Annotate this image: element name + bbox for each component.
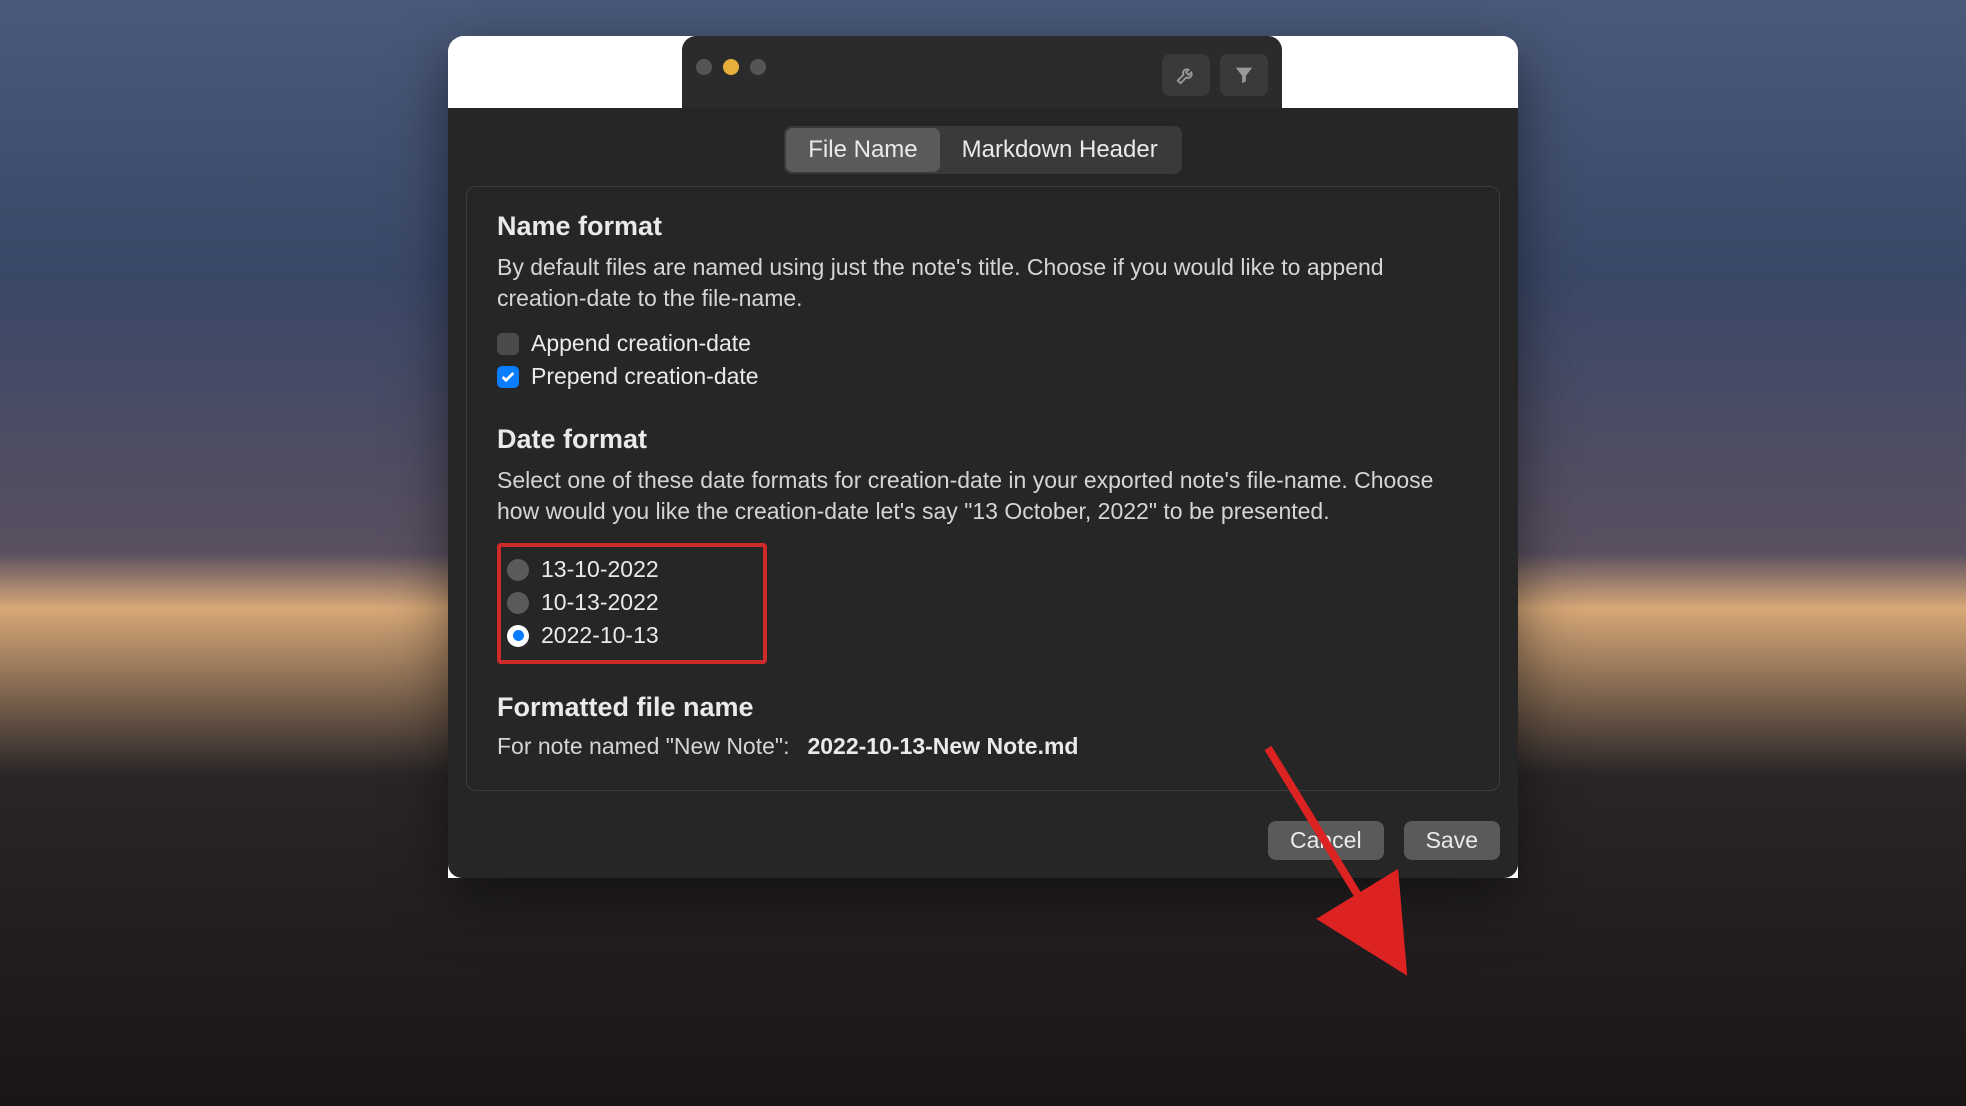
radio-1[interactable] xyxy=(507,592,529,614)
tab-group: File Name Markdown Header xyxy=(466,126,1500,174)
date-format-heading: Date format xyxy=(497,424,1469,455)
radio-2[interactable] xyxy=(507,625,529,647)
prepend-creation-date-row[interactable]: Prepend creation-date xyxy=(497,363,1469,390)
filter-button[interactable] xyxy=(1220,54,1268,96)
formatted-value: 2022-10-13-New Note.md xyxy=(807,733,1078,760)
prepend-checkbox[interactable] xyxy=(497,366,519,388)
formatted-label: For note named "New Note": xyxy=(497,733,789,760)
content-box: Name format By default files are named u… xyxy=(466,186,1500,791)
save-button[interactable]: Save xyxy=(1404,821,1500,860)
date-format-option-2[interactable]: 2022-10-13 xyxy=(507,619,753,652)
radio-1-label: 10-13-2022 xyxy=(541,589,659,616)
traffic-lights xyxy=(696,59,766,75)
wrench-icon xyxy=(1175,64,1197,86)
name-format-description: By default files are named using just th… xyxy=(497,252,1469,314)
radio-2-label: 2022-10-13 xyxy=(541,622,659,649)
formatted-line: For note named "New Note": 2022-10-13-Ne… xyxy=(497,733,1469,760)
maximize-icon[interactable] xyxy=(750,59,766,75)
tab-markdown-header[interactable]: Markdown Header xyxy=(940,128,1180,172)
prepend-label: Prepend creation-date xyxy=(531,363,759,390)
window-titlebar xyxy=(682,36,1282,108)
tab-file-name[interactable]: File Name xyxy=(786,128,939,172)
minimize-icon[interactable] xyxy=(723,59,739,75)
date-format-option-1[interactable]: 10-13-2022 xyxy=(507,586,753,619)
formatted-heading: Formatted file name xyxy=(497,692,1469,723)
wrench-button[interactable] xyxy=(1162,54,1210,96)
parent-window-chrome xyxy=(448,36,1518,108)
append-label: Append creation-date xyxy=(531,330,751,357)
date-format-radio-group: 13-10-2022 10-13-2022 2022-10-13 xyxy=(497,543,767,664)
radio-0[interactable] xyxy=(507,559,529,581)
append-creation-date-row[interactable]: Append creation-date xyxy=(497,330,1469,357)
button-row: Cancel Save xyxy=(466,821,1500,860)
funnel-icon xyxy=(1233,64,1255,86)
radio-0-label: 13-10-2022 xyxy=(541,556,659,583)
cancel-button[interactable]: Cancel xyxy=(1268,821,1384,860)
app-window: File Name Markdown Header Name format By… xyxy=(448,36,1518,878)
append-checkbox[interactable] xyxy=(497,333,519,355)
name-format-heading: Name format xyxy=(497,211,1469,242)
date-format-description: Select one of these date formats for cre… xyxy=(497,465,1469,527)
date-format-option-0[interactable]: 13-10-2022 xyxy=(507,553,753,586)
toolbar xyxy=(1162,54,1268,96)
close-icon[interactable] xyxy=(696,59,712,75)
settings-dialog: File Name Markdown Header Name format By… xyxy=(448,108,1518,878)
